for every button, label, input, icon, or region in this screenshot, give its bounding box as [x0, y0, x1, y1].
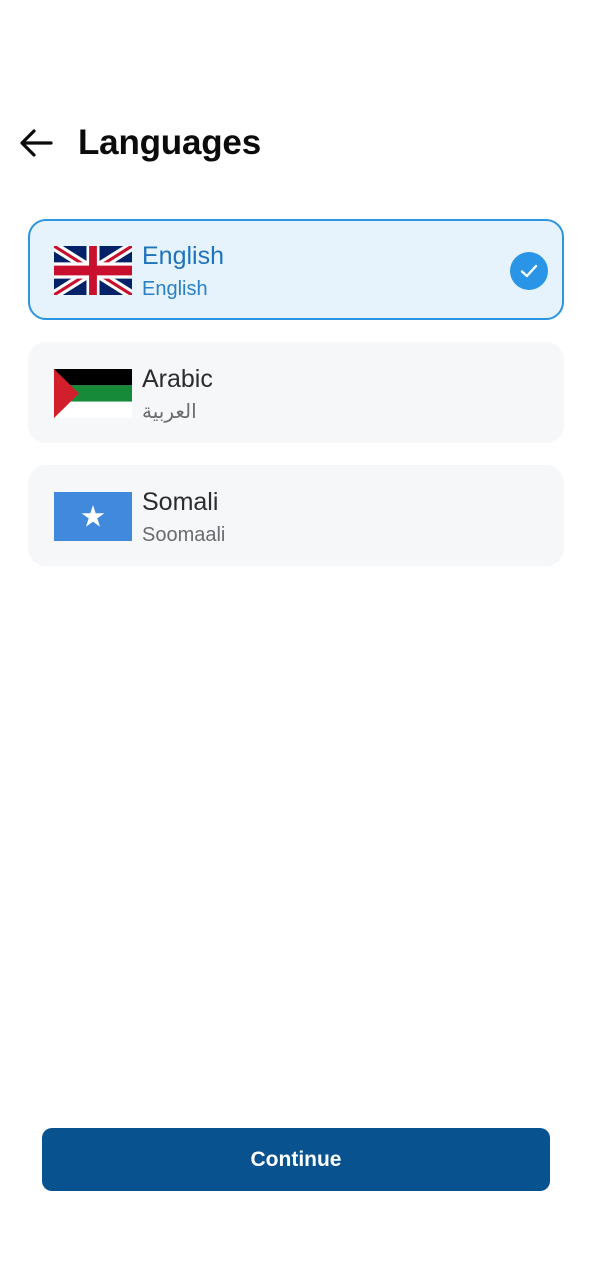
page-title: Languages [78, 123, 261, 162]
somalia-flag-icon [54, 492, 132, 541]
language-list: English English Arabic العربية Somali So… [28, 219, 564, 588]
language-name: Arabic [142, 365, 213, 393]
arabic-flag-icon [54, 369, 132, 418]
language-native-name: Soomaali [142, 524, 226, 546]
language-name: English [142, 242, 224, 270]
checkmark-icon [510, 252, 548, 290]
continue-button[interactable]: Continue [42, 1128, 550, 1191]
language-name: Somali [142, 488, 219, 516]
language-option-english[interactable]: English English [28, 219, 564, 320]
header: Languages [0, 112, 592, 174]
language-option-arabic[interactable]: Arabic العربية [28, 342, 564, 443]
uk-flag-icon [54, 246, 132, 295]
language-native-name: English [142, 278, 208, 300]
languages-screen: Languages English English Arabic العربية… [0, 0, 592, 1280]
language-option-somali[interactable]: Somali Soomaali [28, 465, 564, 566]
arrow-left-icon [20, 129, 53, 157]
language-native-name: العربية [142, 401, 197, 423]
back-button[interactable] [14, 124, 58, 162]
